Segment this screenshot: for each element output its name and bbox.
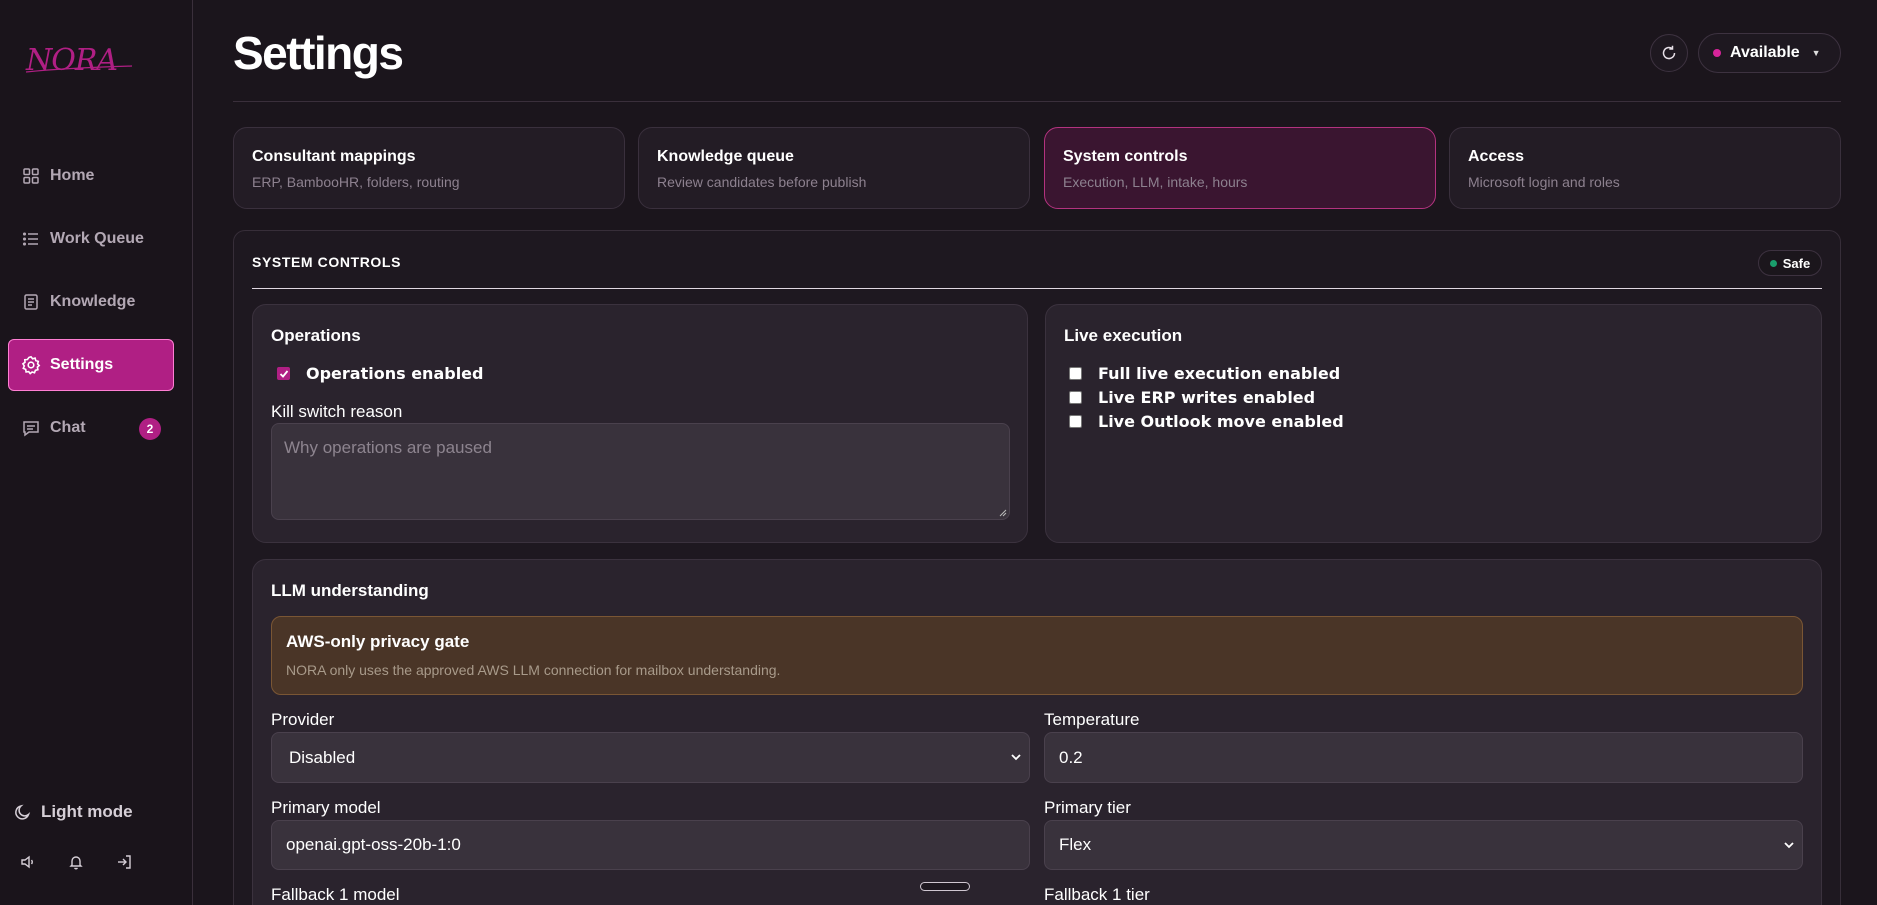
- primary-tier-select[interactable]: Flex: [1044, 820, 1803, 870]
- sidebar-item-label: Work Queue: [50, 230, 144, 247]
- tab-subtitle: ERP, BambooHR, folders, routing: [252, 174, 460, 190]
- chevron-down-icon: [1011, 754, 1021, 761]
- safe-label: Safe: [1782, 255, 1811, 271]
- tab-title: Consultant mappings: [252, 148, 416, 165]
- provider-value: Disabled: [289, 747, 356, 767]
- kill-switch-label: Kill switch reason: [271, 402, 403, 421]
- sidebar-item-knowledge[interactable]: Knowledge: [8, 276, 174, 328]
- privacy-text: NORA only uses the approved AWS LLM conn…: [286, 662, 781, 678]
- checkbox[interactable]: [1069, 415, 1082, 428]
- sidebar-item-settings[interactable]: Settings: [8, 339, 174, 391]
- checkbox[interactable]: [1069, 391, 1082, 404]
- header-divider: [233, 101, 1841, 102]
- tab-subtitle: Review candidates before publish: [657, 174, 867, 190]
- book-icon: [21, 292, 41, 312]
- page-title: Settings: [233, 27, 404, 79]
- tab-subtitle: Microsoft login and roles: [1468, 174, 1620, 190]
- checkbox-label: Operations enabled: [306, 364, 484, 383]
- caret-down-icon: ▼: [1811, 48, 1821, 58]
- kill-switch-reason-input[interactable]: Why operations are paused: [271, 423, 1010, 520]
- full-live-execution-checkbox[interactable]: Full live execution enabled: [1069, 364, 1340, 383]
- gear-icon: [21, 355, 41, 375]
- sidebar-item-label: Settings: [50, 356, 114, 373]
- tab-title: Access: [1468, 148, 1525, 165]
- kill-switch-placeholder: Why operations are paused: [284, 438, 492, 457]
- status-dot: [1769, 259, 1777, 267]
- tab-consultant-mappings[interactable]: Consultant mappings ERP, BambooHR, folde…: [233, 127, 625, 209]
- sidebar-item-label: Home: [50, 167, 95, 184]
- temperature-label: Temperature: [1044, 710, 1140, 729]
- bell-icon[interactable]: [66, 852, 86, 872]
- sidebar-item-label: Chat: [50, 419, 86, 436]
- svg-text:NORA: NORA: [25, 43, 117, 78]
- check-icon: [279, 369, 288, 378]
- privacy-title: AWS-only privacy gate: [286, 632, 470, 651]
- grid-icon: [21, 166, 41, 186]
- primary-tier-label: Primary tier: [1044, 798, 1131, 817]
- primary-model-input[interactable]: openai.gpt-oss-20b-1:0: [271, 820, 1030, 870]
- llm-title: LLM understanding: [271, 581, 429, 600]
- tab-title: System controls: [1063, 148, 1188, 165]
- refresh-icon: [1662, 45, 1676, 60]
- status-label: Available: [1730, 44, 1800, 61]
- checkbox-label: Live Outlook move enabled: [1098, 412, 1344, 431]
- primary-model-label: Primary model: [271, 798, 381, 817]
- chat-badge: 2: [139, 418, 161, 440]
- checkbox[interactable]: [1069, 367, 1082, 380]
- light-mode-label: Light mode: [41, 802, 133, 821]
- live-outlook-move-checkbox[interactable]: Live Outlook move enabled: [1069, 412, 1344, 431]
- tab-knowledge-queue[interactable]: Knowledge queue Review candidates before…: [638, 127, 1030, 209]
- sidebar: NORA Home Work Queue Knowledge Settings …: [0, 0, 193, 905]
- tab-subtitle: Execution, LLM, intake, hours: [1063, 174, 1248, 190]
- tab-system-controls[interactable]: System controls Execution, LLM, intake, …: [1044, 127, 1436, 209]
- availability-dropdown[interactable]: Available ▼: [1698, 33, 1841, 73]
- checkbox-label: Full live execution enabled: [1098, 364, 1341, 383]
- chat-icon: [21, 418, 41, 438]
- temperature-input[interactable]: 0.2: [1044, 732, 1803, 783]
- live-erp-writes-checkbox[interactable]: Live ERP writes enabled: [1069, 388, 1315, 407]
- fallback1-model-label: Fallback 1 model: [271, 885, 400, 904]
- primary-tier-value: Flex: [1059, 835, 1092, 854]
- resize-handle-icon[interactable]: [999, 509, 1007, 517]
- checkbox[interactable]: [277, 367, 290, 380]
- sidebar-nav: Home Work Queue Knowledge Settings Chat …: [8, 150, 174, 465]
- sidebar-item-chat[interactable]: Chat 2: [8, 402, 174, 454]
- temperature-value: 0.2: [1059, 747, 1083, 767]
- operations-enabled-checkbox[interactable]: Operations enabled: [277, 364, 483, 383]
- speaker-icon[interactable]: [18, 852, 38, 872]
- section-divider: [252, 288, 1822, 289]
- provider-select[interactable]: Disabled: [271, 732, 1030, 783]
- section-title: SYSTEM CONTROLS: [252, 254, 402, 270]
- sidebar-item-work-queue[interactable]: Work Queue: [8, 213, 174, 265]
- chevron-down-icon: [1784, 842, 1794, 849]
- logout-icon[interactable]: [114, 852, 134, 872]
- moon-icon: [14, 803, 32, 821]
- status-dot: [1713, 49, 1721, 57]
- sidebar-item-label: Knowledge: [50, 293, 136, 310]
- live-execution-title: Live execution: [1064, 326, 1183, 345]
- nora-logo[interactable]: NORA: [24, 40, 134, 80]
- light-mode-toggle[interactable]: Light mode: [14, 802, 133, 822]
- tab-title: Knowledge queue: [657, 148, 794, 165]
- list-icon: [21, 229, 41, 249]
- operations-title: Operations: [271, 326, 361, 345]
- privacy-gate-notice: AWS-only privacy gate NORA only uses the…: [271, 616, 1803, 695]
- refresh-button[interactable]: [1650, 34, 1688, 72]
- provider-label: Provider: [271, 710, 335, 729]
- primary-model-value: openai.gpt-oss-20b-1:0: [286, 835, 461, 854]
- sidebar-item-home[interactable]: Home: [8, 150, 174, 202]
- scroll-indicator[interactable]: [920, 882, 970, 891]
- checkbox-label: Live ERP writes enabled: [1098, 388, 1316, 407]
- sidebar-footer: [18, 852, 134, 872]
- safe-badge: Safe: [1758, 250, 1822, 276]
- tab-access[interactable]: Access Microsoft login and roles: [1449, 127, 1841, 209]
- fallback1-tier-label: Fallback 1 tier: [1044, 885, 1150, 904]
